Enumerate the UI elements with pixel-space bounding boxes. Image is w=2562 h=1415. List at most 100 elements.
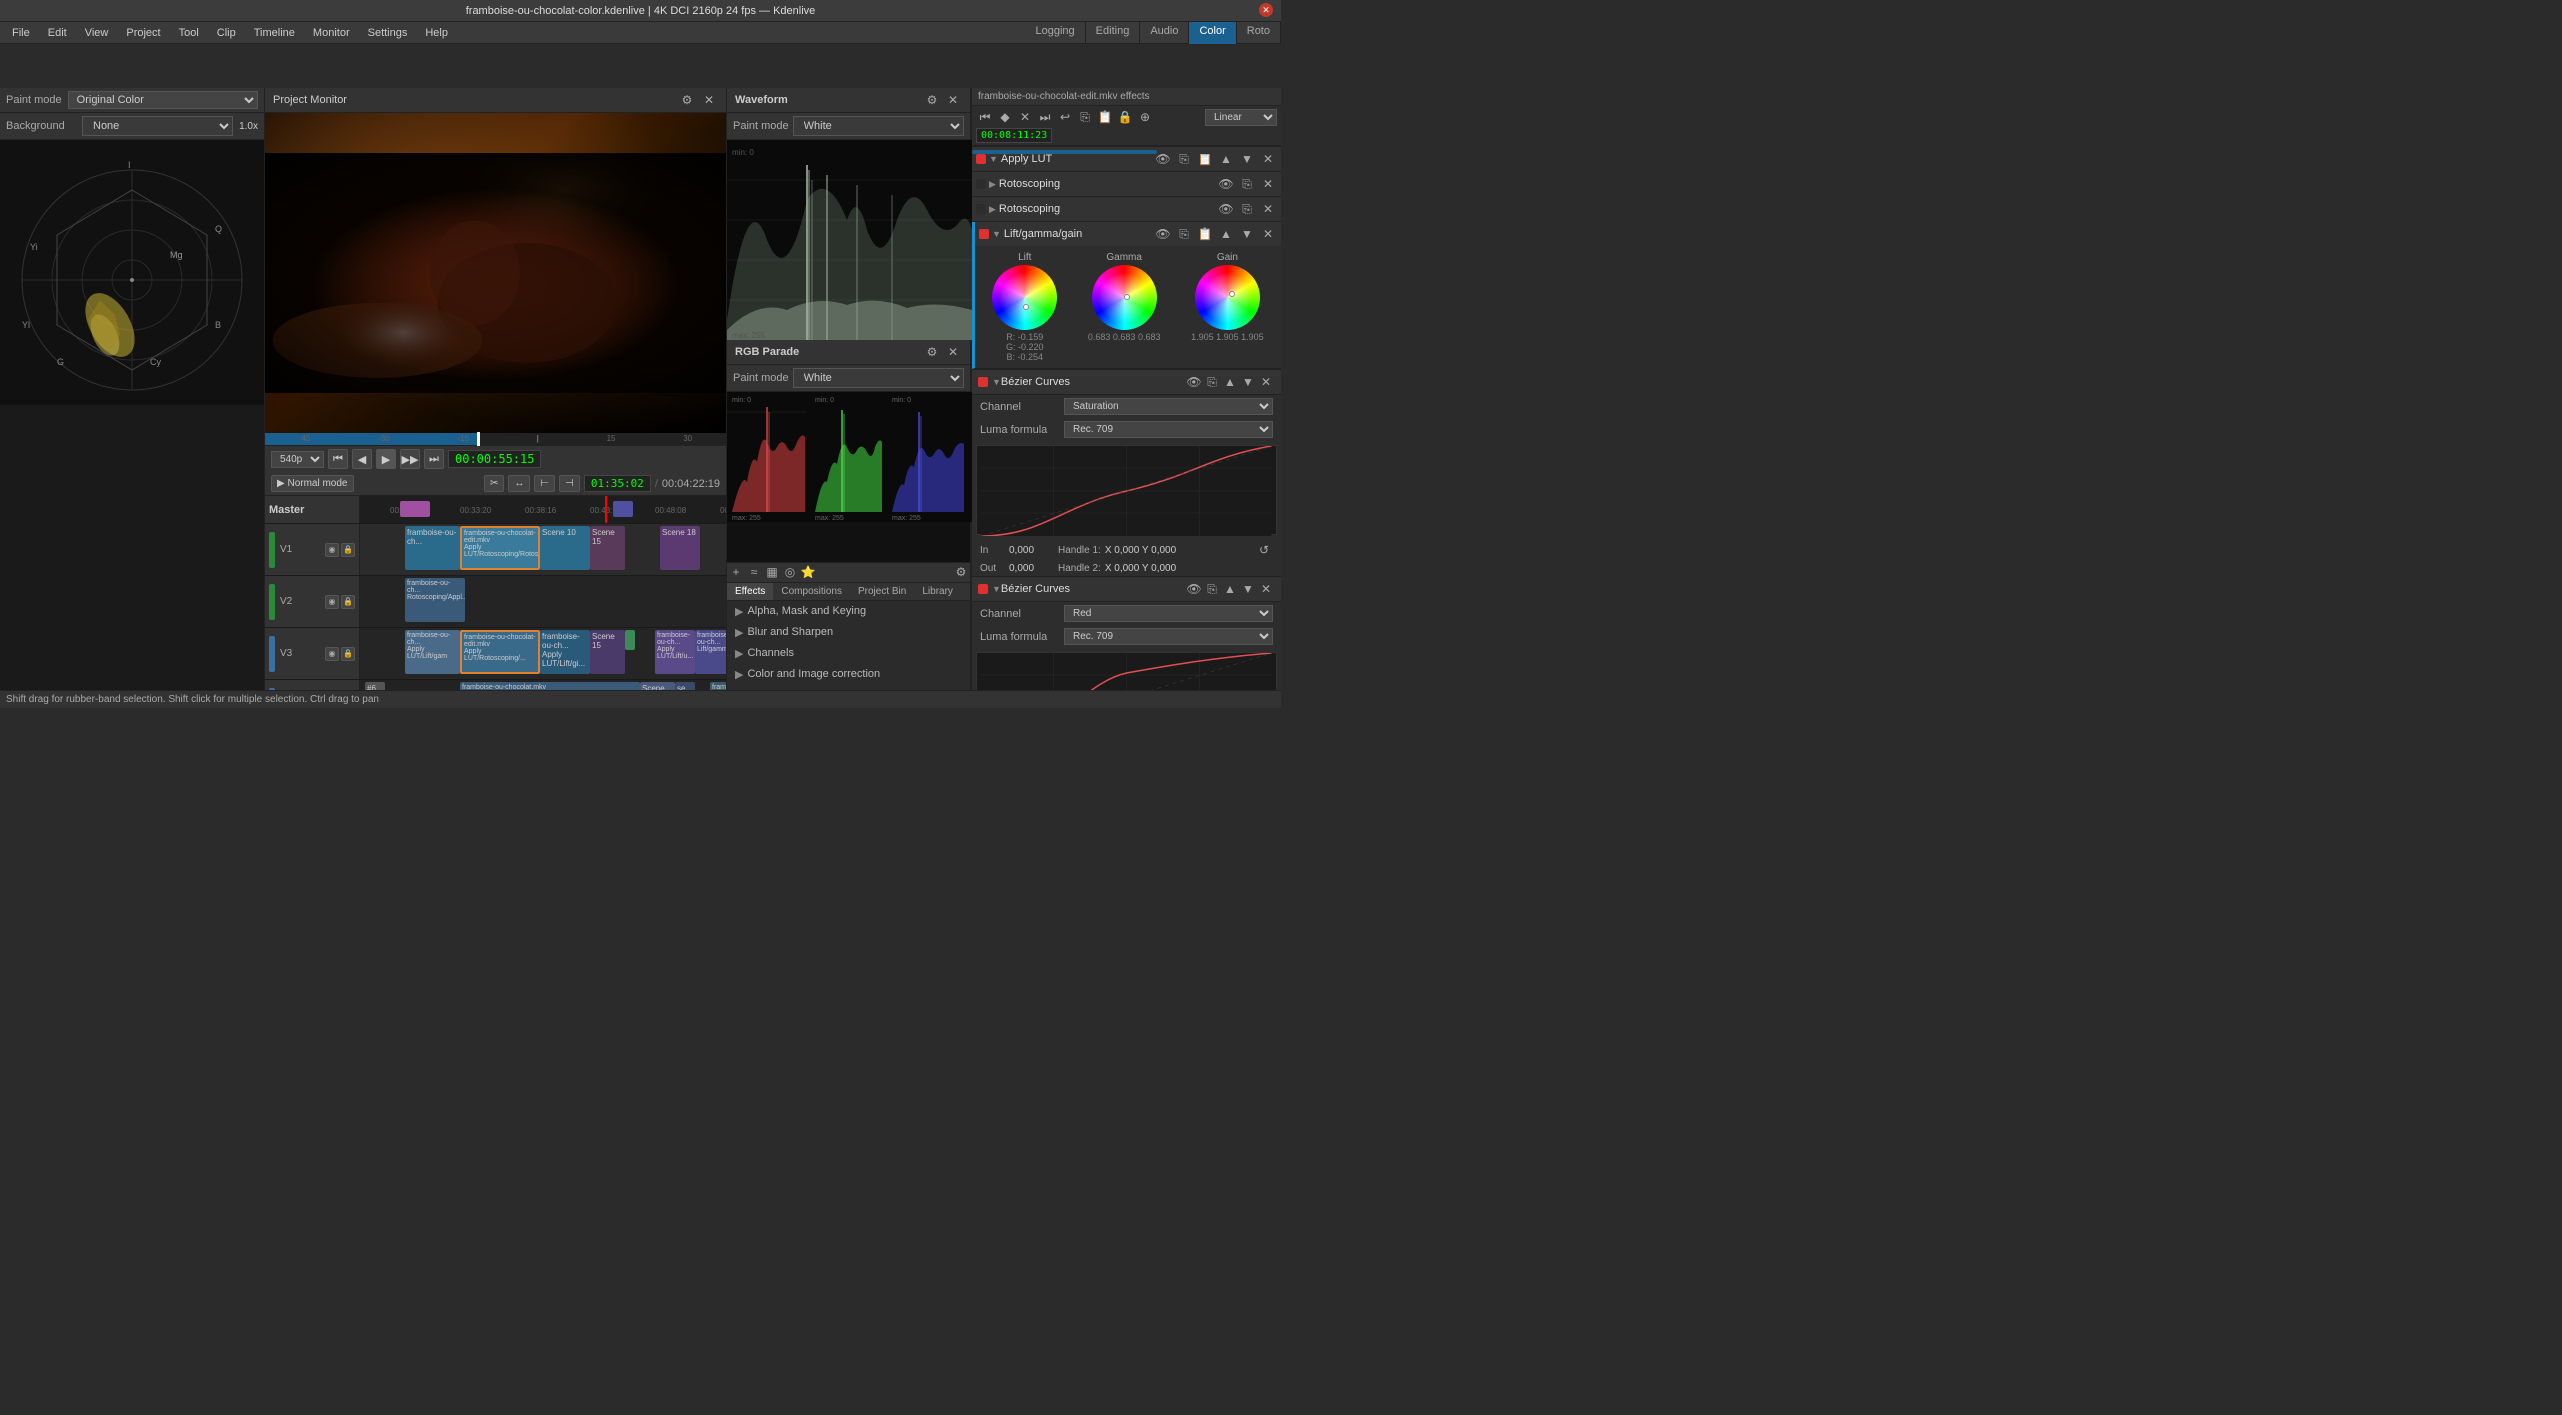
v3-content[interactable]: framboise-ou-ch...Apply LUT/Lift/gam fra… xyxy=(360,628,726,679)
tab-library[interactable]: Library xyxy=(914,583,961,600)
v1-clip-2[interactable]: framboise-ou-chocolat-edit.mkvApply LUT/… xyxy=(460,526,540,570)
next-frame-btn[interactable]: ⏭ xyxy=(424,449,444,469)
kf-del-btn[interactable]: ✕ xyxy=(1016,108,1034,126)
v3-lock-btn[interactable]: 🔒 xyxy=(341,647,355,661)
v1-clip-5[interactable]: Scene 18 xyxy=(660,526,700,570)
tl-splice-btn[interactable]: ⊣ xyxy=(559,475,580,492)
effect-blur-sharpen[interactable]: ▶Blur and Sharpen xyxy=(727,622,970,643)
lgg-paste-btn[interactable]: 📋 xyxy=(1196,225,1214,243)
effect-color-correction[interactable]: ▶Color and Image correction xyxy=(727,664,970,685)
play-btn[interactable]: ▶ xyxy=(376,449,396,469)
v3-clip-6[interactable]: framboise-ou-ch...Lift/gamma/gain... xyxy=(695,630,726,674)
scope-settings2-btn[interactable]: ⚙ xyxy=(952,563,970,581)
v2-clip-1[interactable]: framboise-ou-ch...Rotoscoping/Appl... xyxy=(405,578,465,622)
tab-logging[interactable]: Logging xyxy=(1026,22,1086,44)
roto1-copy-btn[interactable]: ⎘ xyxy=(1238,175,1256,193)
scope-wave-btn[interactable]: ≈ xyxy=(745,563,763,581)
playhead-handle[interactable] xyxy=(477,432,480,446)
lgg-del-btn[interactable]: ✕ xyxy=(1259,225,1277,243)
kf-undo-btn[interactable]: ↩ xyxy=(1056,108,1074,126)
master-clip-1[interactable] xyxy=(400,501,430,517)
paint-mode-select[interactable]: Original Color xyxy=(68,91,258,109)
v1-lock-btn[interactable]: 🔒 xyxy=(341,543,355,557)
bezier-red-del-btn[interactable]: ✕ xyxy=(1257,580,1275,598)
v2-lock-btn[interactable]: 🔒 xyxy=(341,595,355,609)
monitor-scrubber[interactable]: -45 -30 -15 | 15 30 xyxy=(265,433,726,445)
tab-compositions[interactable]: Compositions xyxy=(773,583,850,600)
effect-alpha-mask[interactable]: ▶Alpha, Mask and Keying xyxy=(727,601,970,622)
bezier-sat-eye-btn[interactable]: 👁 xyxy=(1185,373,1203,391)
rgb-paint-select[interactable]: White xyxy=(793,368,964,388)
bezier-red-copy-btn[interactable]: ⎘ xyxy=(1203,580,1221,598)
v2-mute-btn[interactable]: ◉ xyxy=(325,595,339,609)
bezier-sat-luma-select[interactable]: Rec. 709 Rec. 601 xyxy=(1064,421,1273,438)
bezier-sat-caret[interactable]: ▼ xyxy=(992,377,1001,387)
bezier-red-up-btn[interactable]: ▲ xyxy=(1221,580,1239,598)
master-clip-2[interactable] xyxy=(613,501,633,517)
effect-channels[interactable]: ▶Channels xyxy=(727,643,970,664)
bezier-sat-copy-btn[interactable]: ⎘ xyxy=(1203,373,1221,391)
roto1-caret[interactable]: ▶ xyxy=(989,179,996,190)
v1-clip-4[interactable]: Scene 15 xyxy=(590,526,625,570)
v3-clip-1[interactable]: framboise-ou-ch...Apply LUT/Lift/gam xyxy=(405,630,460,674)
waveform-paint-select[interactable]: White xyxy=(793,116,964,136)
kf-prev-btn[interactable]: ⏮ xyxy=(976,108,994,126)
menu-view[interactable]: View xyxy=(77,25,117,41)
menu-timeline[interactable]: Timeline xyxy=(246,25,303,41)
kf-paste-btn[interactable]: 📋 xyxy=(1096,108,1114,126)
close-button[interactable]: ✕ xyxy=(1259,3,1273,17)
v1-clip-3[interactable]: Scene 10 xyxy=(540,526,590,570)
v2-content[interactable]: framboise-ou-ch...Rotoscoping/Appl... xyxy=(360,576,726,627)
tab-editing[interactable]: Editing xyxy=(1086,22,1141,44)
gain-handle[interactable] xyxy=(1229,291,1235,297)
bezier-sat-up-btn[interactable]: ▲ xyxy=(1221,373,1239,391)
kf-add-btn[interactable]: ◆ xyxy=(996,108,1014,126)
roto2-copy-btn[interactable]: ⎘ xyxy=(1238,200,1256,218)
rgb-close-btn[interactable]: ✕ xyxy=(944,343,962,361)
v1-clip-1[interactable]: framboise-ou-ch... xyxy=(405,526,460,570)
lgg-down-btn[interactable]: ▼ xyxy=(1238,225,1256,243)
menu-tool[interactable]: Tool xyxy=(171,25,207,41)
bezier-red-down-btn[interactable]: ▼ xyxy=(1239,580,1257,598)
menu-file[interactable]: File xyxy=(4,25,38,41)
v3-clip-3[interactable]: framboise-ou-ch...Apply LUT/Lift/gi... xyxy=(540,630,590,674)
bezier-sat-down-btn[interactable]: ▼ xyxy=(1239,373,1257,391)
tab-audio[interactable]: Audio xyxy=(1140,22,1189,44)
menu-clip[interactable]: Clip xyxy=(209,25,244,41)
tab-project-bin[interactable]: Project Bin xyxy=(850,583,914,600)
scope-hist-btn[interactable]: ⭐ xyxy=(799,563,817,581)
lgg-copy-btn[interactable]: ⎘ xyxy=(1175,225,1193,243)
monitor-settings-btn[interactable]: ⚙ xyxy=(678,91,696,109)
scope-rgb-btn[interactable]: ▦ xyxy=(763,563,781,581)
tl-cut-btn[interactable]: ✂ xyxy=(484,475,504,492)
bezier-sat-channel-select[interactable]: Saturation Red Green Blue xyxy=(1064,398,1273,415)
v3-clip-5[interactable]: framboise-ou-ch...Apply LUT/Lift/u... xyxy=(655,630,695,674)
tl-arrow-btn[interactable]: ↔ xyxy=(508,475,530,492)
lut-caret[interactable]: ▼ xyxy=(989,154,998,164)
bezier-sat-del-btn[interactable]: ✕ xyxy=(1257,373,1275,391)
kf-next-btn[interactable]: ⏭ xyxy=(1036,108,1054,126)
bezier-red-caret[interactable]: ▼ xyxy=(992,584,1001,594)
roto1-eye-btn[interactable]: 👁 xyxy=(1217,175,1235,193)
menu-help[interactable]: Help xyxy=(417,25,456,41)
tl-trim-btn[interactable]: ⊢ xyxy=(534,475,555,492)
sat-reset-btn[interactable]: ↺ xyxy=(1255,541,1273,559)
kf-interp-select[interactable]: Linear Ease In Ease Out xyxy=(1205,109,1277,126)
v1-content[interactable]: framboise-ou-ch... framboise-ou-chocolat… xyxy=(360,524,726,575)
waveform-settings-btn[interactable]: ⚙ xyxy=(923,91,941,109)
gamma-wheel[interactable] xyxy=(1092,265,1157,330)
v3-clip-4[interactable]: Scene 15 xyxy=(590,630,625,674)
tl-mode-btn[interactable]: ▶ Normal mode xyxy=(271,475,354,492)
scope-add-btn[interactable]: + xyxy=(727,563,745,581)
tab-color[interactable]: Color xyxy=(1189,22,1236,44)
monitor-close-btn[interactable]: ✕ xyxy=(700,91,718,109)
waveform-close-btn[interactable]: ✕ xyxy=(944,91,962,109)
menu-project[interactable]: Project xyxy=(118,25,168,41)
bezier-red-channel-select[interactable]: Red Saturation Green Blue xyxy=(1064,605,1273,622)
lgg-caret[interactable]: ▼ xyxy=(992,229,1001,239)
roto2-del-btn[interactable]: ✕ xyxy=(1259,200,1277,218)
lgg-eye-btn[interactable]: 👁 xyxy=(1154,225,1172,243)
v1-mute-btn[interactable]: ◉ xyxy=(325,543,339,557)
bezier-red-eye-btn[interactable]: 👁 xyxy=(1185,580,1203,598)
v3-screen-badge[interactable] xyxy=(625,630,635,650)
